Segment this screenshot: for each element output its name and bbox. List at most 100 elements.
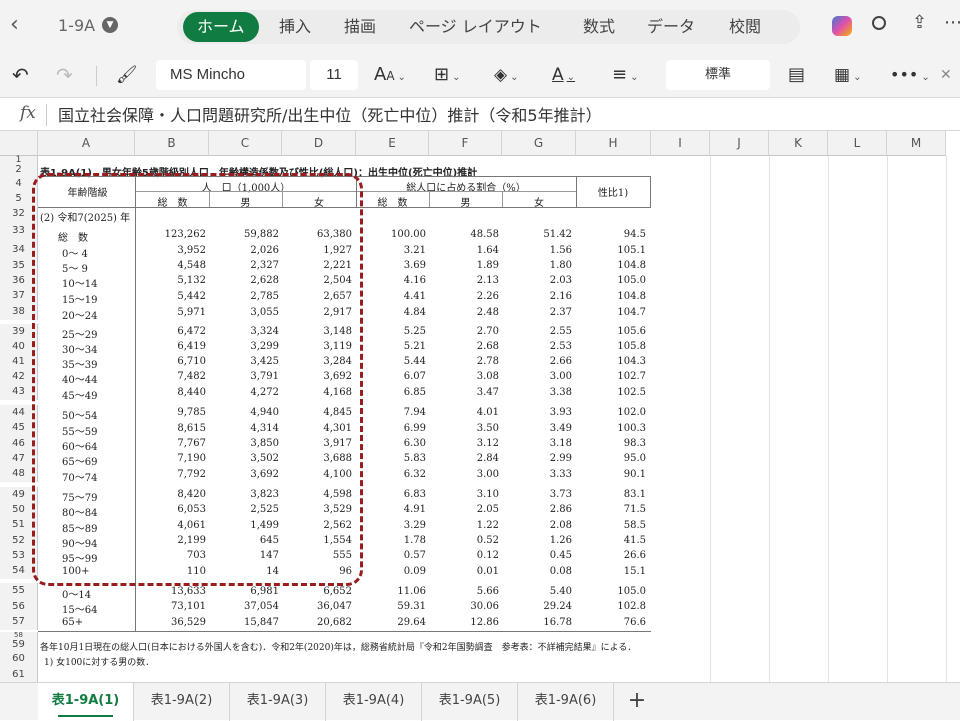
value-cell[interactable]: 2.13	[429, 275, 499, 286]
value-cell[interactable]: 6,981	[209, 586, 279, 597]
column-header-f[interactable]: F	[429, 131, 502, 156]
sex-ratio-header[interactable]: 性比1)	[576, 184, 650, 199]
value-cell[interactable]: 2.16	[502, 291, 572, 302]
sheet-tab-6[interactable]: 表1-9A(6)	[518, 683, 614, 721]
age-group-cell[interactable]: 65+	[62, 617, 83, 628]
note-source[interactable]: 各年10月1日現在の総人口(日本における外国人を含む)．令和2年(2020)年は…	[40, 640, 636, 653]
value-cell[interactable]: 6.99	[356, 423, 426, 434]
back-icon[interactable]: ‹	[10, 12, 19, 37]
value-cell[interactable]: 2.70	[429, 326, 499, 337]
value-cell[interactable]: 2.08	[502, 520, 572, 531]
value-cell[interactable]: 5.21	[356, 341, 426, 352]
value-cell[interactable]: 16.78	[502, 617, 572, 628]
value-cell[interactable]: 2.55	[502, 326, 572, 337]
value-cell[interactable]: 2.48	[429, 307, 499, 318]
value-cell[interactable]: 6.83	[356, 489, 426, 500]
column-header-c[interactable]: C	[209, 131, 282, 156]
value-cell[interactable]: 6.32	[356, 469, 426, 480]
value-cell[interactable]: 41.5	[576, 535, 646, 546]
undo-icon[interactable]: ↶	[12, 60, 29, 90]
value-cell[interactable]: 36,047	[282, 601, 352, 612]
share-icon[interactable]: ⇪	[912, 12, 927, 33]
value-cell[interactable]: 6.85	[356, 387, 426, 398]
value-cell[interactable]: 29.64	[356, 617, 426, 628]
value-cell[interactable]: 2.66	[502, 356, 572, 367]
value-cell[interactable]: 104.8	[576, 260, 646, 271]
value-cell[interactable]: 105.1	[576, 245, 646, 256]
align-icon[interactable]: ≡ ⌄	[612, 60, 638, 90]
value-cell[interactable]: 3.33	[502, 469, 572, 480]
value-cell[interactable]: 5.66	[429, 586, 499, 597]
fill-color-icon[interactable]: ◈ ⌄	[494, 60, 518, 90]
column-header-h[interactable]: H	[576, 131, 651, 156]
sheet-tab-1[interactable]: 表1-9A(1)	[38, 683, 134, 721]
value-cell[interactable]: 15.1	[576, 566, 646, 577]
value-cell[interactable]: 4.91	[356, 504, 426, 515]
value-cell[interactable]: 105.8	[576, 341, 646, 352]
row-header[interactable]: 57	[0, 614, 38, 630]
value-cell[interactable]: 3.47	[429, 387, 499, 398]
column-header-e[interactable]: E	[356, 131, 429, 156]
number-format-box[interactable]: 標準	[666, 60, 770, 90]
value-cell[interactable]: 51.42	[502, 229, 572, 240]
value-cell[interactable]: 2.99	[502, 453, 572, 464]
column-header-i[interactable]: I	[651, 131, 710, 156]
font-name-box[interactable]: MS Mincho	[156, 60, 306, 90]
value-cell[interactable]: 0.57	[356, 550, 426, 561]
value-cell[interactable]: 26.6	[576, 550, 646, 561]
value-cell[interactable]: 59.31	[356, 601, 426, 612]
value-cell[interactable]: 95.0	[576, 453, 646, 464]
value-cell[interactable]: 6,652	[282, 586, 352, 597]
value-cell[interactable]: 5.44	[356, 356, 426, 367]
value-cell[interactable]: 2.03	[502, 275, 572, 286]
value-cell[interactable]: 1.56	[502, 245, 572, 256]
row-header[interactable]: 2	[0, 164, 38, 176]
value-cell[interactable]: 1.80	[502, 260, 572, 271]
value-cell[interactable]: 1.78	[356, 535, 426, 546]
value-cell[interactable]: 15,847	[209, 617, 279, 628]
value-cell[interactable]: 12.86	[429, 617, 499, 628]
value-cell[interactable]: 100.00	[356, 229, 426, 240]
close-toolbar-icon[interactable]: ✕	[940, 60, 952, 90]
value-cell[interactable]: 1.89	[429, 260, 499, 271]
value-cell[interactable]: 20,682	[282, 617, 352, 628]
value-cell[interactable]: 2.68	[429, 341, 499, 352]
redo-icon[interactable]: ↷	[56, 60, 73, 90]
value-cell[interactable]: 2.05	[429, 504, 499, 515]
tab-data[interactable]: データ	[633, 12, 709, 42]
column-header-g[interactable]: G	[502, 131, 576, 156]
value-cell[interactable]: 104.8	[576, 291, 646, 302]
value-cell[interactable]: 76.6	[576, 617, 646, 628]
sheet-tab-4[interactable]: 表1-9A(4)	[326, 683, 422, 721]
row-header[interactable]: 59	[0, 638, 38, 651]
value-cell[interactable]: 5.83	[356, 453, 426, 464]
value-cell[interactable]: 5.25	[356, 326, 426, 337]
tab-page-layout[interactable]: ページ レイアウト	[395, 12, 556, 42]
value-cell[interactable]: 3.10	[429, 489, 499, 500]
value-cell[interactable]: 102.0	[576, 407, 646, 418]
value-cell[interactable]: 0.12	[429, 550, 499, 561]
value-cell[interactable]: 1.64	[429, 245, 499, 256]
search-icon[interactable]	[872, 16, 886, 30]
font-color-icon[interactable]: A ⌄	[552, 60, 575, 90]
value-cell[interactable]: 100.3	[576, 423, 646, 434]
table-format-icon[interactable]: ▤	[788, 60, 805, 90]
tab-review[interactable]: 校閲	[715, 12, 775, 42]
column-header-a[interactable]: A	[38, 131, 135, 156]
value-cell[interactable]: 102.8	[576, 601, 646, 612]
value-cell[interactable]: 1.22	[429, 520, 499, 531]
value-cell[interactable]: 11.06	[356, 586, 426, 597]
column-header-d[interactable]: D	[282, 131, 356, 156]
value-cell[interactable]: 7.94	[356, 407, 426, 418]
value-cell[interactable]: 6.07	[356, 371, 426, 382]
value-cell[interactable]: 2.26	[429, 291, 499, 302]
age-group-cell[interactable]: 15～64	[62, 601, 97, 616]
column-header-m[interactable]: M	[887, 131, 946, 156]
row-header[interactable]: 61	[0, 667, 38, 682]
value-cell[interactable]: 102.7	[576, 371, 646, 382]
row-header[interactable]: 60	[0, 651, 38, 667]
row-header[interactable]: 55	[0, 583, 38, 599]
row-header[interactable]: 56	[0, 599, 38, 614]
value-cell[interactable]: 1.26	[502, 535, 572, 546]
value-cell[interactable]: 3.18	[502, 438, 572, 449]
